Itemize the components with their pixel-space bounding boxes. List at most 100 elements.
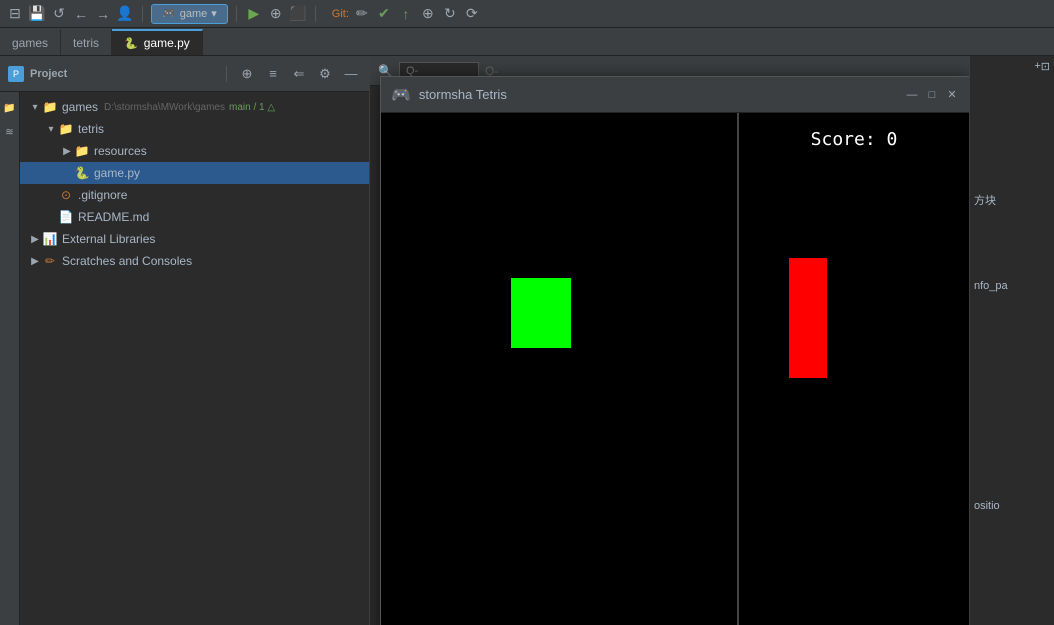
git-label: Git:: [332, 8, 349, 20]
debug-stop-icon[interactable]: ⬛: [289, 5, 307, 23]
structure-strip-icon[interactable]: ≋: [2, 124, 18, 140]
folder-icon-resources: 📁: [74, 143, 90, 159]
save-icon[interactable]: 💾: [28, 5, 46, 23]
project-icon: P: [8, 66, 24, 82]
tetris-game-board[interactable]: [381, 113, 739, 625]
branch-info: main / 1 △: [229, 102, 275, 113]
tree-label-resources: resources: [94, 144, 147, 158]
git-push-icon[interactable]: ↑: [397, 5, 415, 23]
tree-label-games: games: [62, 100, 98, 114]
tetris-titlebar: 🎮 stormsha Tetris — □ ✕: [381, 77, 969, 113]
tree-path-games: D:\stormsha\MWork\games: [104, 102, 225, 113]
tab-tetris-label: tetris: [73, 36, 99, 50]
tree-item-ext-libs[interactable]: ▶ 📊 External Libraries: [20, 228, 369, 250]
red-tetris-block: [789, 258, 827, 378]
toolbar-divider: [226, 66, 227, 82]
git-refresh-icon[interactable]: ↻: [441, 5, 459, 23]
add-config-icon[interactable]: ⊕: [267, 5, 285, 23]
tabs-row: games tetris 🐍 game.py: [0, 28, 1054, 56]
score-display: Score: 0: [811, 129, 898, 150]
python-file-icon: 🐍: [74, 165, 90, 181]
right-panel: ⊡ + 方块 nfo_pa ositio: [969, 56, 1054, 625]
git-sync-icon[interactable]: ⟳: [463, 5, 481, 23]
gitignore-icon: ⊙: [58, 187, 74, 203]
tab-games[interactable]: games: [0, 29, 61, 55]
tetris-content: Score: 0: [381, 113, 969, 625]
file-tree: ▾ 📁 games D:\stormsha\MWork\games main /…: [20, 92, 369, 625]
tree-item-resources[interactable]: ▶ 📁 resources: [20, 140, 369, 162]
tree-item-tetris[interactable]: ▾ 📁 tetris: [20, 118, 369, 140]
right-text-nfo: nfo_pa: [970, 276, 1054, 296]
sidebar-content: 📁 ≋ ▾ 📁 games D:\stormsha\MWork\games ma…: [0, 92, 369, 625]
sidebar-toolbar: P Project ⊕ ≡ ⇐ ⚙ —: [0, 56, 369, 92]
tree-label-tetris: tetris: [78, 122, 104, 136]
library-icon: 📊: [42, 231, 58, 247]
top-bar-left-icons: ⊟ 💾 ↺ ← → 👤 🎮 game ▾ ▶ ⊕ ⬛ Git: ✏ ✔ ↑ ⊕ …: [0, 4, 487, 24]
sidebar-title: Project: [30, 68, 216, 80]
arrow-extlibs[interactable]: ▶: [28, 234, 42, 245]
forward-icon[interactable]: →: [94, 5, 112, 23]
minimize-sidebar-btn[interactable]: —: [341, 64, 361, 84]
python-tab-icon: 🐍: [124, 37, 138, 50]
game-btn-label: game: [180, 8, 208, 20]
collapse-all-btn[interactable]: ⇐: [289, 64, 309, 84]
tab-gamepy-label: game.py: [144, 36, 190, 50]
right-expand-icon[interactable]: ⊡: [1041, 60, 1050, 73]
tetris-right-panel: Score: 0: [739, 113, 969, 625]
tetris-title-text: stormsha Tetris: [419, 87, 905, 102]
game-dropdown-btn[interactable]: 🎮 game ▾: [151, 4, 228, 24]
tree-item-gamepy[interactable]: ▶ 🐍 game.py: [20, 162, 369, 184]
green-tetris-block: [511, 278, 571, 348]
right-plus-icon[interactable]: +: [1034, 60, 1040, 72]
git-check-icon[interactable]: ✔: [375, 5, 393, 23]
divider3: [315, 6, 316, 22]
top-bar: ⊟ 💾 ↺ ← → 👤 🎮 game ▾ ▶ ⊕ ⬛ Git: ✏ ✔ ↑ ⊕ …: [0, 0, 1054, 28]
git-area: Git: ✏ ✔ ↑ ⊕ ↻ ⟳: [332, 5, 481, 23]
left-strip: 📁 ≋: [0, 92, 20, 625]
tree-item-games-root[interactable]: ▾ 📁 games D:\stormsha\MWork\games main /…: [20, 96, 369, 118]
right-text-fangkuai: 方块: [970, 184, 1054, 216]
new-file-btn[interactable]: ⊕: [237, 64, 257, 84]
tree-item-gitignore[interactable]: ▶ ⊙ .gitignore: [20, 184, 369, 206]
refresh-icon[interactable]: ↺: [50, 5, 68, 23]
arrow-games[interactable]: ▾: [28, 102, 42, 113]
divider2: [236, 6, 237, 22]
git-add-icon[interactable]: ⊕: [419, 5, 437, 23]
tetris-window: 🎮 stormsha Tetris — □ ✕ Score: 0: [380, 76, 969, 625]
main-area: P Project ⊕ ≡ ⇐ ⚙ — 📁 ≋ ▾ 📁 game: [0, 56, 1054, 625]
tetris-minimize-btn[interactable]: —: [905, 88, 919, 102]
game-icon: 🎮: [162, 7, 176, 20]
settings-icon[interactable]: ⚙: [315, 64, 335, 84]
new-folder-btn[interactable]: ≡: [263, 64, 283, 84]
run-icon[interactable]: ▶: [245, 5, 263, 23]
folder-icon-tetris: 📁: [58, 121, 74, 137]
git-edit-icon[interactable]: ✏: [353, 5, 371, 23]
divider1: [142, 6, 143, 22]
tree-label-extlibs: External Libraries: [62, 232, 155, 246]
arrow-resources[interactable]: ▶: [60, 146, 74, 157]
tetris-title-buttons: — □ ✕: [905, 88, 959, 102]
tree-label-gitignore: .gitignore: [78, 188, 127, 202]
scratch-icon: ✏: [42, 253, 58, 269]
tab-game-py[interactable]: 🐍 game.py: [112, 29, 203, 55]
project-strip-icon[interactable]: 📁: [2, 100, 18, 116]
tetris-close-btn[interactable]: ✕: [945, 88, 959, 102]
right-panel-text1: ⊡ +: [970, 56, 1054, 64]
editor-area: 🔍 Q- 289 290 291 292 293 294 295 296 297…: [370, 56, 969, 625]
tree-label-readme: README.md: [78, 210, 149, 224]
arrow-scratches[interactable]: ▶: [28, 256, 42, 267]
tree-item-scratches[interactable]: ▶ ✏ Scratches and Consoles: [20, 250, 369, 272]
tree-item-readme[interactable]: ▶ 📄 README.md: [20, 206, 369, 228]
tab-tetris[interactable]: tetris: [61, 29, 112, 55]
tetris-maximize-btn[interactable]: □: [925, 88, 939, 102]
right-text-ositio: ositio: [970, 496, 1054, 516]
tetris-window-icon: 🎮: [391, 85, 411, 105]
tree-label-scratches: Scratches and Consoles: [62, 254, 192, 268]
folder-icon-games: 📁: [42, 99, 58, 115]
arrow-tetris[interactable]: ▾: [44, 124, 58, 135]
tree-label-gamepy: game.py: [94, 166, 140, 180]
dropdown-arrow-icon: ▾: [211, 7, 217, 20]
user-icon[interactable]: 👤: [116, 5, 134, 23]
menu-icon[interactable]: ⊟: [6, 5, 24, 23]
back-icon[interactable]: ←: [72, 5, 90, 23]
